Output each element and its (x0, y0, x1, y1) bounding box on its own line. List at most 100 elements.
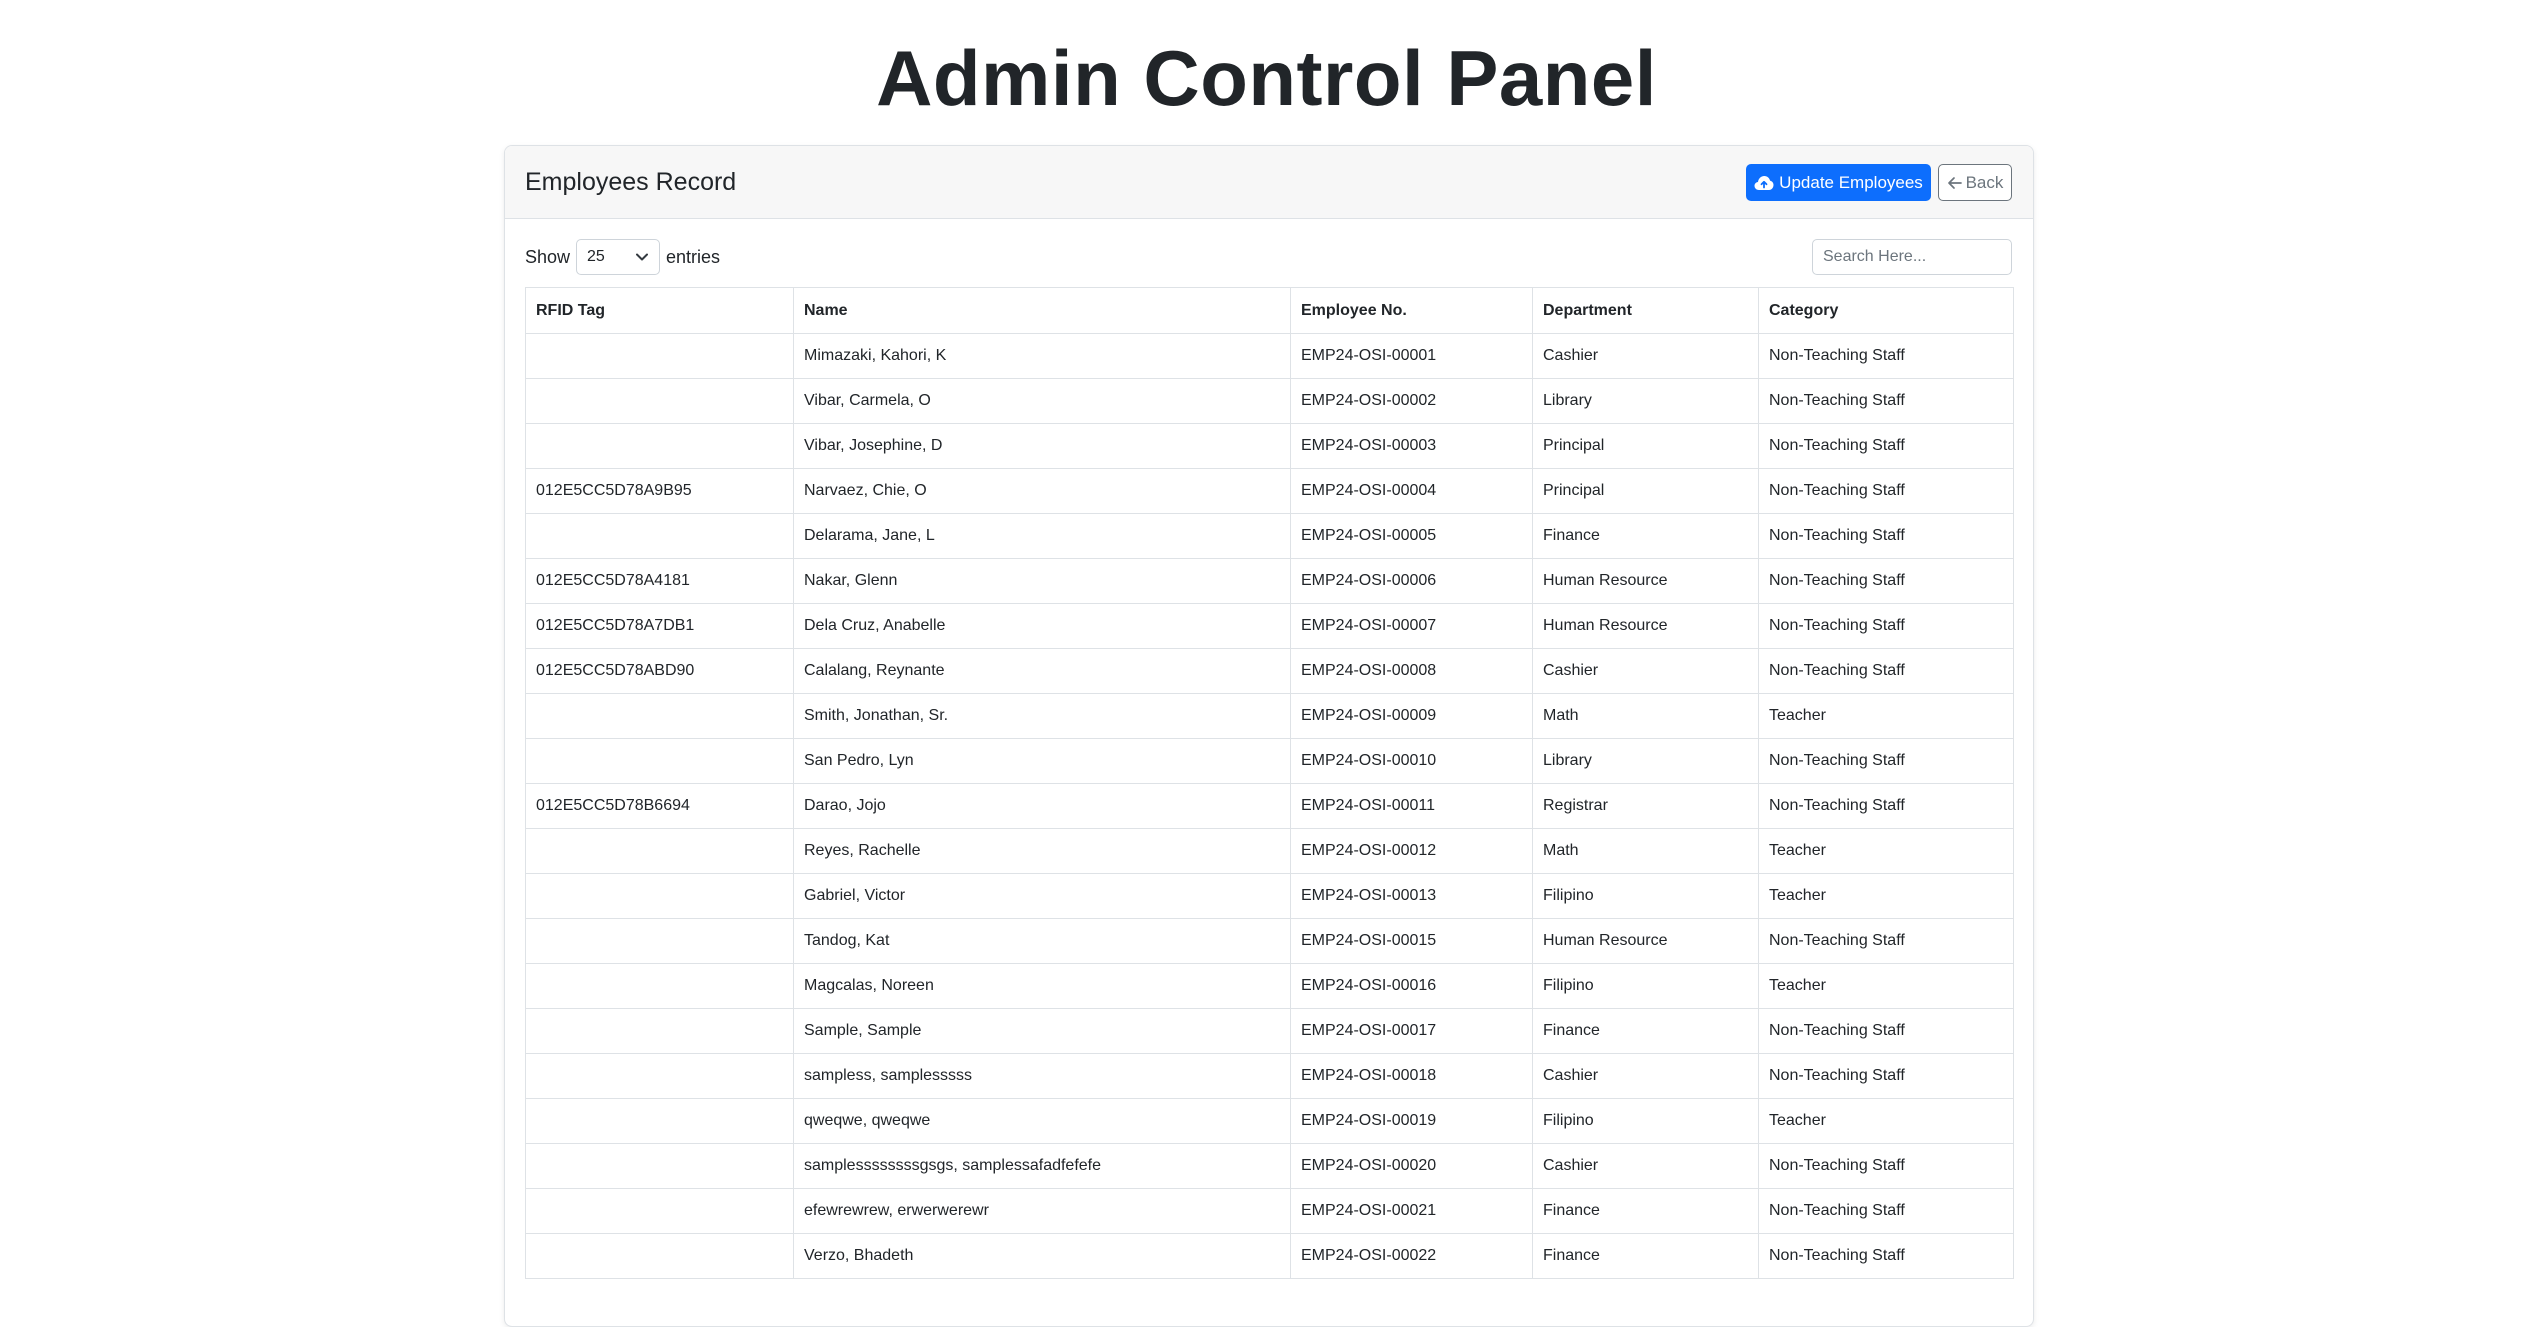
name-cell: Mimazaki, Kahori, K (793, 333, 1291, 379)
rfid-tag-cell (525, 873, 794, 919)
table-row: sampless, samplesssss EMP24-OSI-00018 Cash… (525, 1053, 2014, 1099)
rfid-tag-cell (525, 1143, 794, 1189)
employee-no-cell: EMP24-OSI-00011 (1290, 783, 1533, 829)
rfid-tag-cell: 012E5CC5D78A7DB1 (525, 603, 794, 649)
column-header-employee-no[interactable]: Employee No. (1290, 287, 1533, 334)
department-cell: Cashier (1532, 1143, 1759, 1189)
back-button[interactable]: Back (1938, 164, 2012, 201)
name-cell: Smith, Jonathan, Sr. (793, 693, 1291, 739)
employee-no-cell: EMP24-OSI-00017 (1290, 1008, 1533, 1054)
employee-no-cell: EMP24-OSI-00013 (1290, 873, 1533, 919)
name-cell: sampless, samplesssss (793, 1053, 1291, 1099)
rfid-tag-cell: 012E5CC5D78A4181 (525, 558, 794, 604)
column-header-category[interactable]: Category (1758, 287, 2014, 334)
department-cell: Filipino (1532, 963, 1759, 1009)
department-cell: Finance (1532, 1008, 1759, 1054)
name-cell: Sample, Sample (793, 1008, 1291, 1054)
cloud-upload-icon (1754, 175, 1774, 190)
card-header: Employees Record Update Employees Back (505, 146, 2033, 219)
department-cell: Library (1532, 738, 1759, 784)
employee-no-cell: EMP24-OSI-00020 (1290, 1143, 1533, 1189)
column-header-rfid-tag[interactable]: RFID Tag (525, 287, 794, 334)
table-row: Vibar, Carmela, O EMP24-OSI-00002 Library N… (525, 378, 2014, 424)
name-cell: Nakar, Glenn (793, 558, 1291, 604)
category-cell: Non-Teaching Staff (1758, 558, 2014, 604)
department-cell: Registrar (1532, 783, 1759, 829)
employee-no-cell: EMP24-OSI-00008 (1290, 648, 1533, 694)
name-cell: Gabriel, Victor (793, 873, 1291, 919)
department-cell: Finance (1532, 513, 1759, 559)
employee-no-cell: EMP24-OSI-00009 (1290, 693, 1533, 739)
entries-select-value: 25 (587, 248, 605, 265)
category-cell: Non-Teaching Staff (1758, 378, 2014, 424)
rfid-tag-cell (525, 423, 794, 469)
department-cell: Library (1532, 378, 1759, 424)
table-row: qweqwe, qweqwe EMP24-OSI-00019 Filipino Tea… (525, 1098, 2014, 1144)
entries-length-control: Show 25 entries (525, 238, 720, 276)
employee-no-cell: EMP24-OSI-00015 (1290, 918, 1533, 964)
name-cell: Darao, Jojo (793, 783, 1291, 829)
name-cell: samplessssssssgsgs, samplessafadfefefe (793, 1143, 1291, 1189)
column-header-name[interactable]: Name (793, 287, 1291, 334)
rfid-tag-cell (525, 1188, 794, 1234)
rfid-tag-cell (525, 828, 794, 874)
entries-select[interactable]: 25 (576, 239, 661, 275)
department-cell: Principal (1532, 423, 1759, 469)
rfid-tag-cell (525, 738, 794, 784)
category-cell: Non-Teaching Staff (1758, 738, 2014, 784)
table-row: Gabriel, Victor EMP24-OSI-00013 Filipino Te… (525, 873, 2014, 919)
department-cell: Math (1532, 693, 1759, 739)
table-body: Mimazaki, Kahori, K EMP24-OSI-00001 Cashie… (525, 333, 2014, 1279)
update-employees-button[interactable]: Update Employees (1746, 164, 1931, 201)
employee-no-cell: EMP24-OSI-00022 (1290, 1233, 1533, 1279)
category-cell: Teacher (1758, 963, 2014, 1009)
employee-no-cell: EMP24-OSI-00003 (1290, 423, 1533, 469)
table-row: Mimazaki, Kahori, K EMP24-OSI-00001 Cashie… (525, 333, 2014, 379)
name-cell: Narvaez, Chie, O (793, 468, 1291, 514)
category-cell: Non-Teaching Staff (1758, 1233, 2014, 1279)
category-cell: Non-Teaching Staff (1758, 513, 2014, 559)
category-cell: Non-Teaching Staff (1758, 333, 2014, 379)
name-cell: Tandog, Kat (793, 918, 1291, 964)
name-cell: Reyes, Rachelle (793, 828, 1291, 874)
category-cell: Non-Teaching Staff (1758, 1188, 2014, 1234)
department-cell: Principal (1532, 468, 1759, 514)
category-cell: Non-Teaching Staff (1758, 423, 2014, 469)
category-cell: Teacher (1758, 693, 2014, 739)
table-row: Delarama, Jane, L EMP24-OSI-00005 Finance N… (525, 513, 2014, 559)
column-header-department[interactable]: Department (1532, 287, 1759, 334)
category-cell: Teacher (1758, 1098, 2014, 1144)
back-label: Back (1965, 172, 2004, 192)
card-title: Employees Record (525, 168, 737, 196)
name-cell: San Pedro, Lyn (793, 738, 1291, 784)
employee-no-cell: EMP24-OSI-00019 (1290, 1098, 1533, 1144)
table-row: San Pedro, Lyn EMP24-OSI-00010 Library Non-… (525, 738, 2014, 784)
employee-no-cell: EMP24-OSI-00007 (1290, 603, 1533, 649)
rfid-tag-cell (525, 693, 794, 739)
department-cell: Cashier (1532, 648, 1759, 694)
name-cell: qweqwe, qweqwe (793, 1098, 1291, 1144)
department-cell: Human Resource (1532, 558, 1759, 604)
search-input[interactable] (1812, 239, 2012, 275)
category-cell: Non-Teaching Staff (1758, 648, 2014, 694)
employee-no-cell: EMP24-OSI-00021 (1290, 1188, 1533, 1234)
category-cell: Teacher (1758, 828, 2014, 874)
category-cell: Non-Teaching Staff (1758, 918, 2014, 964)
table-row: Tandog, Kat EMP24-OSI-00015 Human Resource… (525, 918, 2014, 964)
name-cell: Verzo, Bhadeth (793, 1233, 1291, 1279)
show-label: Show (525, 246, 571, 267)
rfid-tag-cell (525, 1233, 794, 1279)
name-cell: efewrewrew, erwerwerewr (793, 1188, 1291, 1234)
arrow-left-icon (1947, 176, 1962, 189)
table-header-row: RFID Tag Name Employee No. Department Ca… (525, 287, 2014, 334)
department-cell: Human Resource (1532, 603, 1759, 649)
employee-no-cell: EMP24-OSI-00018 (1290, 1053, 1533, 1099)
table-row: samplessssssssgsgs, samplessafadfefefe EM… (525, 1143, 2014, 1189)
rfid-tag-cell (525, 378, 794, 424)
category-cell: Non-Teaching Staff (1758, 783, 2014, 829)
employee-no-cell: EMP24-OSI-00016 (1290, 963, 1533, 1009)
category-cell: Non-Teaching Staff (1758, 1143, 2014, 1189)
employee-no-cell: EMP24-OSI-00005 (1290, 513, 1533, 559)
table-row: 012E5CC5D78A9B95 Narvaez, Chie, O EMP24-OS… (525, 468, 2014, 514)
employees-card: Employees Record Update Employees Back S… (504, 145, 2034, 1327)
